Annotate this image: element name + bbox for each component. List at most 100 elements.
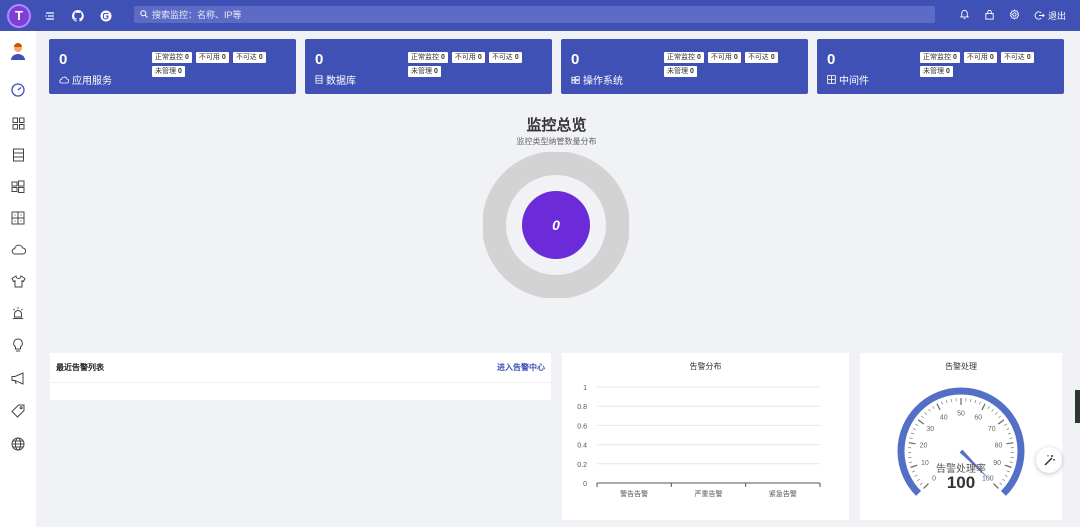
sidebar-item-dashboard[interactable]: [0, 78, 36, 102]
component-icon: [827, 75, 836, 84]
sidebar-item-megaphone[interactable]: [0, 366, 36, 390]
lock-icon[interactable]: [984, 9, 995, 23]
gauge-tick: [914, 474, 918, 477]
tag-unmanaged[interactable]: 未管理 0: [920, 66, 953, 77]
gauge-tick: [919, 482, 923, 486]
logout-icon: [1034, 11, 1045, 20]
gauge-tick-label: 30: [926, 426, 934, 433]
gauge-tick: [1006, 442, 1014, 445]
app-logo[interactable]: T: [7, 3, 31, 28]
shirt-icon: [10, 274, 26, 287]
overview-donut-chart: 0: [483, 152, 629, 298]
gauge-tick: [991, 408, 994, 412]
tag-unmanaged[interactable]: 未管理 0: [664, 66, 697, 77]
card-name: 数据库: [326, 76, 356, 87]
sidebar-item-tag[interactable]: [0, 399, 36, 423]
gauge-tick: [916, 478, 920, 482]
card-count: 0: [59, 51, 68, 68]
tag-unavailable[interactable]: 不可用 0: [963, 52, 997, 63]
gauge-tick: [941, 401, 943, 405]
sidebar-item-globe[interactable]: [0, 432, 36, 456]
github-icon[interactable]: [72, 0, 84, 31]
gauge-tick: [999, 482, 1003, 486]
menu-toggle-icon[interactable]: [45, 0, 55, 31]
component-icon: [11, 211, 25, 225]
tag-unreachable[interactable]: 不可达 0: [744, 52, 778, 63]
tag-unavailable[interactable]: 不可用 0: [195, 52, 229, 63]
tag-unavailable[interactable]: 不可用 0: [707, 52, 741, 63]
tag-normal[interactable]: 正常监控 0: [664, 52, 704, 63]
gauge-tick: [1004, 474, 1008, 477]
tag-unreachable[interactable]: 不可达 0: [232, 52, 266, 63]
card-name: 应用服务: [72, 76, 112, 87]
sidebar: [0, 31, 36, 527]
tag-normal[interactable]: 正常监控 0: [408, 52, 448, 63]
settings-icon[interactable]: [1009, 8, 1020, 23]
gauge-tick: [911, 432, 915, 435]
gauge-tick: [932, 406, 935, 409]
tag-unreachable[interactable]: 不可达 0: [1000, 52, 1034, 63]
alarm-center-link[interactable]: 进入告警中心: [497, 362, 545, 373]
card-label: 数据库: [315, 72, 356, 87]
cloud-icon: [59, 76, 69, 83]
gauge-tick-label: 70: [988, 426, 996, 433]
logout-button[interactable]: 退出: [1034, 9, 1066, 22]
alarm-distribution-panel: 告警分布 1 0.8 0.6 0.4 0.2 0 警告告警 严重告警 紧急告警: [562, 353, 849, 520]
card-database[interactable]: 0 数据库 正常监控 0 不可用 0 不可达 0 未管理 0: [305, 39, 552, 94]
tag-unreachable[interactable]: 不可达 0: [488, 52, 522, 63]
y-tick-label: 0.8: [577, 404, 587, 411]
card-name: 中间件: [839, 76, 869, 87]
card-count: 0: [571, 51, 580, 68]
gauge-tick-label: 90: [993, 460, 1001, 467]
logo-letter: T: [15, 8, 23, 23]
sidebar-item-cloud[interactable]: [0, 237, 36, 261]
gauge-tick: [1003, 423, 1007, 426]
gauge-tick: [995, 412, 998, 415]
y-tick-label: 1: [583, 385, 587, 392]
x-category-label: 紧急告警: [769, 489, 797, 498]
gauge-tick: [974, 400, 977, 404]
alarm-list-title: 最近告警列表: [56, 363, 104, 372]
sidebar-item-alarm[interactable]: [0, 301, 36, 325]
gauge-tick-label: 20: [920, 443, 928, 450]
tag-icon: [11, 404, 25, 418]
gauge-tick: [909, 461, 913, 463]
gauge-tick: [970, 398, 972, 402]
magic-wand-button[interactable]: [1036, 447, 1062, 473]
tag-unavailable[interactable]: 不可用 0: [451, 52, 485, 63]
sidebar-item-shirt[interactable]: [0, 269, 36, 293]
search-bar[interactable]: [134, 6, 935, 23]
alarm-handling-panel: 告警处理 0 10 20 30 40 50 60 70 80 90 100 告警处理率 100: [860, 353, 1062, 520]
gauge-tick: [1002, 478, 1006, 482]
card-count: 0: [315, 51, 324, 68]
bell-icon[interactable]: [959, 9, 970, 23]
sidebar-item-bulb[interactable]: [0, 333, 36, 357]
gauge-tick: [936, 403, 941, 411]
gauge-tick-label: 80: [995, 443, 1003, 450]
gauge-tick: [908, 442, 916, 445]
tag-normal[interactable]: 正常监控 0: [152, 52, 192, 63]
gauge-tick: [928, 408, 931, 412]
avatar[interactable]: [0, 40, 36, 64]
card-app-service[interactable]: 0 应用服务 正常监控 0 不可用 0 不可达 0 未管理 0: [49, 39, 296, 94]
bulb-icon: [13, 337, 23, 351]
tag-unmanaged[interactable]: 未管理 0: [152, 66, 185, 77]
gauge-tick-label: 50: [957, 411, 965, 418]
alarm-distribution-title: 告警分布: [689, 362, 722, 371]
gitee-icon[interactable]: [100, 0, 112, 31]
gauge-tick: [1006, 470, 1010, 473]
sidebar-item-windows[interactable]: [0, 174, 36, 198]
database-icon: [315, 75, 323, 84]
card-middleware[interactable]: 0 中间件 正常监控 0 不可用 0 不可达 0 未管理 0: [817, 39, 1064, 94]
gauge-tick: [924, 412, 927, 415]
gauge-tick: [950, 398, 952, 402]
card-os[interactable]: 0 操作系统 正常监控 0 不可用 0 不可达 0 未管理 0: [561, 39, 808, 94]
gauge-tick: [945, 400, 948, 404]
gauge-tick: [1009, 437, 1013, 439]
tag-unmanaged[interactable]: 未管理 0: [408, 66, 441, 77]
sidebar-item-component[interactable]: [0, 206, 36, 230]
y-tick-label: 0.4: [577, 443, 587, 450]
edge-tab[interactable]: [1075, 390, 1080, 423]
search-input[interactable]: [152, 9, 452, 20]
tag-normal[interactable]: 正常监控 0: [920, 52, 960, 63]
